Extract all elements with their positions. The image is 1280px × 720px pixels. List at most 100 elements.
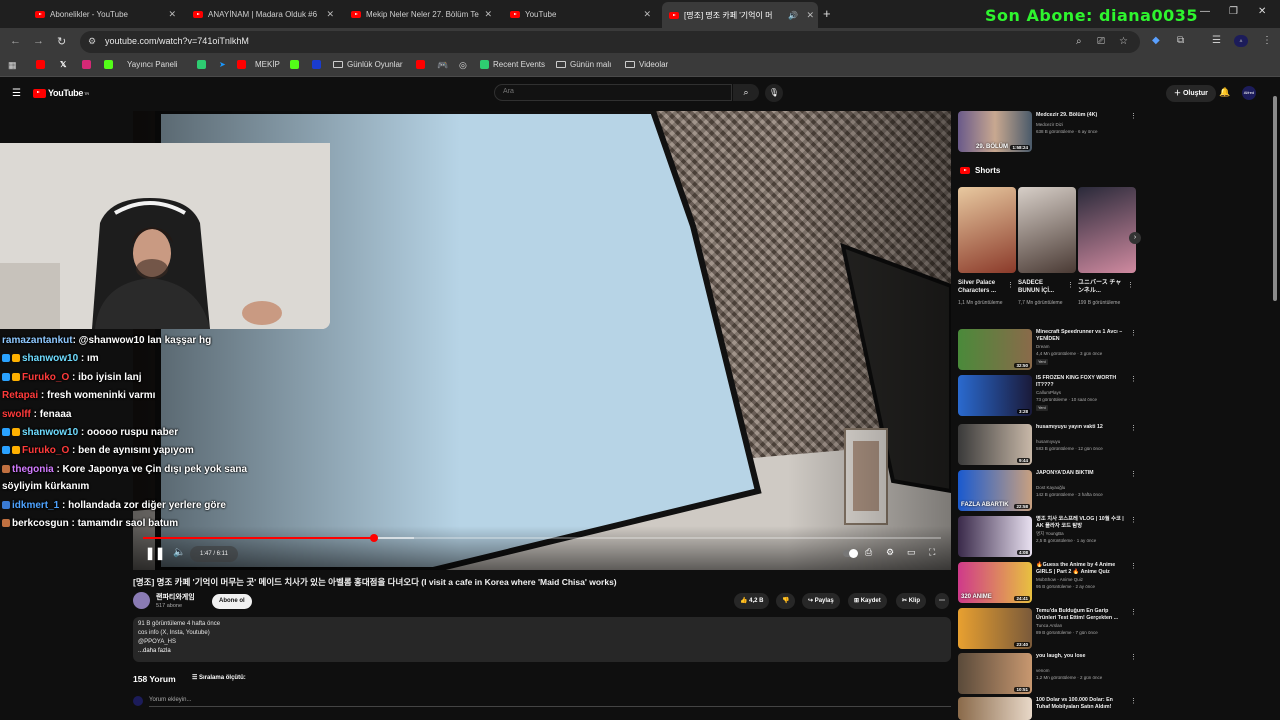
rec-thumbnail[interactable]: 23:40 <box>958 608 1032 649</box>
zoom-icon[interactable]: ⌕ <box>1076 36 1082 47</box>
rec-thumbnail[interactable]: 9:44 <box>958 424 1032 465</box>
bookmark-instagram[interactable] <box>82 60 95 69</box>
back-icon[interactable]: ← <box>10 35 21 47</box>
account-avatar[interactable]: Alfred <box>1242 86 1256 100</box>
bookmark-globe[interactable]: ◎ <box>459 60 467 71</box>
forward-icon[interactable]: → <box>33 35 44 47</box>
comment-input[interactable]: Yorum ekleyin... <box>149 697 191 703</box>
more-vert-icon[interactable]: ⋮ <box>1130 653 1137 661</box>
bookmark-youtube[interactable] <box>36 60 49 69</box>
bookmark-controller[interactable]: 🎮 <box>437 60 448 71</box>
close-icon[interactable]: ✕ <box>168 9 176 20</box>
tab-subscriptions[interactable]: Abonelikler - YouTube ✕ <box>28 4 180 24</box>
bookmark-videolar[interactable]: Videolar <box>625 60 668 69</box>
more-vert-icon[interactable]: ⋮ <box>1130 375 1137 383</box>
minimize-icon[interactable]: — <box>1200 6 1210 17</box>
voice-search-button[interactable]: 🎙 <box>765 84 783 102</box>
rec-channel[interactable]: Tunca Arslan <box>1036 623 1128 629</box>
short-thumbnail[interactable] <box>1018 187 1076 273</box>
page-scrollbar-thumb[interactable] <box>1273 96 1277 301</box>
bookmark-yayinci-paneli[interactable]: Yayıncı Paneli <box>104 60 178 69</box>
tab-youtube[interactable]: YouTube ✕ <box>503 4 655 24</box>
search-button[interactable]: ⌕ <box>733 84 759 101</box>
search-input[interactable] <box>503 88 723 95</box>
close-icon[interactable]: ✕ <box>484 9 492 20</box>
url-text[interactable]: youtube.com/watch?v=741oiTnlkhM <box>105 36 249 46</box>
more-vert-icon[interactable]: ⋮ <box>1130 424 1137 432</box>
close-icon[interactable]: ✕ <box>806 10 814 21</box>
rec-thumbnail[interactable]: 3:28 <box>958 375 1032 416</box>
channel-avatar[interactable] <box>133 592 150 609</box>
address-bar[interactable]: ⚙ youtube.com/watch?v=741oiTnlkhM ⌕ ⎚ ☆ <box>80 31 1140 53</box>
rec-title[interactable]: husamıyuyu yayın vakti 12 <box>1036 424 1128 431</box>
create-button[interactable]: ＋ Oluştur <box>1166 85 1216 102</box>
short-title[interactable]: Silver Palace Characters ... <box>958 279 1006 295</box>
rec-channel[interactable]: Dream <box>1036 344 1128 350</box>
volume-icon[interactable]: 🔈 <box>173 547 185 558</box>
rec-thumbnail[interactable]: 32:50 <box>958 329 1032 370</box>
bookmark-recent-events[interactable]: Recent Events <box>480 60 545 69</box>
dislike-button[interactable]: 👎 <box>776 593 796 609</box>
short-thumbnail[interactable] <box>958 187 1016 273</box>
speaker-icon[interactable]: 🔊 <box>788 11 798 20</box>
search-box[interactable] <box>494 84 732 101</box>
extension-icon[interactable]: ◆ <box>1152 35 1160 46</box>
rec-channel[interactable]: 명지 YoungBa <box>1036 531 1128 537</box>
bookmark-prime[interactable]: ➤ <box>219 60 226 69</box>
show-more-link[interactable]: ...daha fazla <box>138 648 171 654</box>
short-thumbnail[interactable] <box>1078 187 1136 273</box>
bookmark-star-icon[interactable]: ☆ <box>1119 36 1128 47</box>
extensions-puzzle-icon[interactable]: ⧉ <box>1177 35 1184 46</box>
notifications-bell-icon[interactable]: 🔔 <box>1219 87 1230 98</box>
rec-title[interactable]: IS FROZEN KING FOXY WORTH IT???? <box>1036 375 1128 389</box>
more-vert-icon[interactable]: ⋮ <box>1130 562 1137 570</box>
short-title[interactable]: SADECE BUNUN İÇİ... <box>1018 279 1066 295</box>
pause-icon[interactable]: ❚❚ <box>145 546 165 560</box>
rec-title[interactable]: 🔥Guess the Anime by 4 Anime GIRLS | Part… <box>1036 562 1128 576</box>
fullscreen-icon[interactable]: ⛶ <box>929 547 935 558</box>
reading-list-icon[interactable]: ☰ <box>1212 35 1221 46</box>
sort-comments-button[interactable]: ☰ Sıralama ölçütü: <box>192 674 246 681</box>
more-vert-icon[interactable]: ⋮ <box>1130 112 1137 120</box>
rec-thumbnail[interactable]: 320 ANIME 24:41 <box>958 562 1032 603</box>
rec-title[interactable]: JAPONYA'DAN BIKTIM <box>1036 470 1128 477</box>
description-box[interactable]: 91 B görüntüleme 4 hafta önce cos info (… <box>133 617 951 662</box>
bookmark-mekip[interactable]: MEKİP <box>237 60 280 69</box>
rec-channel[interactable]: MobShow - Anime Quiz <box>1036 577 1128 583</box>
hamburger-menu-icon[interactable]: ☰ <box>12 88 21 99</box>
rec-title[interactable]: Medcezir 29. Bölüm (4K) <box>1036 112 1128 119</box>
rec-title[interactable]: 명조 치사 코스프레 VLOG | 10월 수코 | AK 플라자 코드 탐방 <box>1036 516 1128 530</box>
rec-title[interactable]: you laugh, you lose <box>1036 653 1128 660</box>
more-vert-icon[interactable]: ⋮ <box>1130 470 1137 478</box>
bookmark-kick[interactable] <box>290 60 303 69</box>
more-vert-icon[interactable]: ⋮ <box>1067 281 1074 289</box>
more-vert-icon[interactable]: ⋮ <box>1007 281 1014 289</box>
rec-channel[interactable]: CallumPlays <box>1036 390 1128 396</box>
rec-thumbnail[interactable]: 10:51 <box>958 653 1032 694</box>
rec-channel[interactable]: Medcezir Dizi <box>1036 122 1128 128</box>
reload-icon[interactable]: ↻ <box>57 35 66 48</box>
rec-channel[interactable]: Dost Kayaoğlu <box>1036 485 1128 491</box>
settings-gear-icon[interactable]: ⚙ <box>886 547 894 558</box>
rec-channel[interactable]: venom <box>1036 668 1128 674</box>
rec-title[interactable]: Temu'da Bulduğum En Garip Ürünleri Test … <box>1036 608 1128 622</box>
menu-icon[interactable]: ⋮ <box>1262 35 1272 46</box>
channel-name[interactable]: 랜파티와게임 <box>156 592 195 602</box>
rec-thumbnail[interactable]: 29. BÖLÜM 1:58:24 <box>958 111 1032 152</box>
site-info-icon[interactable]: ⚙ <box>88 36 96 47</box>
profile-avatar[interactable]: A <box>1234 35 1248 47</box>
bookmark-youtube-2[interactable] <box>416 60 429 69</box>
subscribe-button[interactable]: Abone ol <box>212 594 252 609</box>
chevron-right-icon[interactable]: › <box>1129 232 1141 244</box>
rec-thumbnail[interactable] <box>958 697 1032 720</box>
rec-thumbnail[interactable]: 4:08 <box>958 516 1032 557</box>
tab-anayinam[interactable]: ANAYİNAM | Madara Olduk #6 ✕ <box>186 4 338 24</box>
close-icon[interactable]: ✕ <box>326 9 334 20</box>
apps-grid-icon[interactable]: ▦ <box>8 60 17 71</box>
like-button[interactable]: 👍 4,2 B <box>734 593 770 609</box>
subtitles-icon[interactable]: ⎙ <box>865 547 872 558</box>
short-title[interactable]: ユニバース チャンネル... <box>1078 279 1126 295</box>
new-tab-button[interactable]: + <box>823 6 831 21</box>
rec-title[interactable]: 100 Dolar vs 100.000 Dolar: En Tuhaf Mob… <box>1036 697 1128 711</box>
tab-current-video[interactable]: [명조] 명조 카페 '기억이 머 🔊 ✕ <box>662 2 818 28</box>
